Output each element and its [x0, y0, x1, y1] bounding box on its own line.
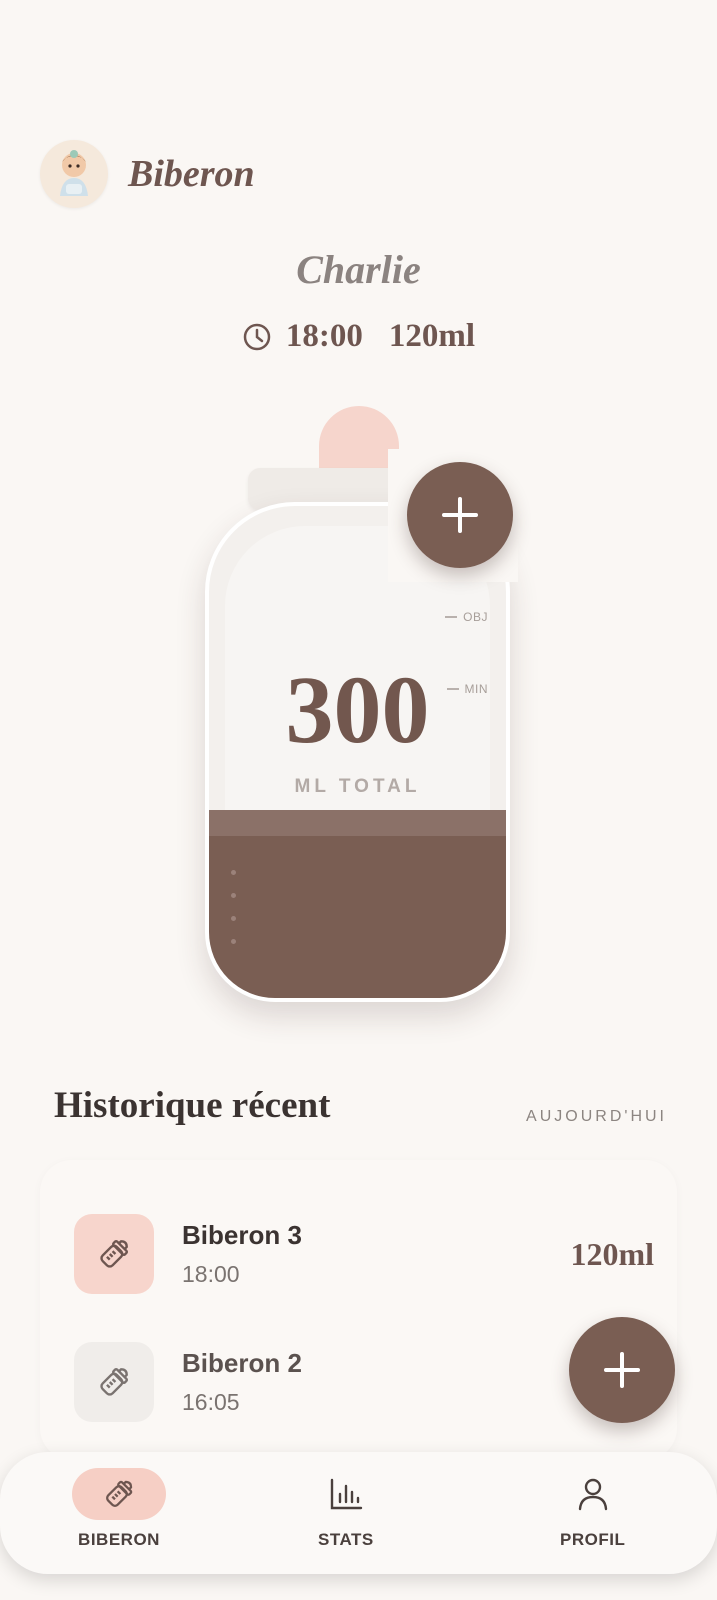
- total-volume-unit: ML TOTAL: [294, 776, 421, 797]
- bar-chart-icon: [330, 1478, 363, 1510]
- app-header: Biberon: [40, 140, 255, 208]
- clock-icon: [243, 323, 271, 350]
- history-item[interactable]: Biberon 3 18:00 120ml: [74, 1214, 654, 1294]
- history-item[interactable]: Biberon 2 16:05 9: [74, 1342, 654, 1422]
- baby-name: Charlie: [296, 247, 421, 292]
- last-feed-time: 18:00: [285, 318, 363, 354]
- last-feed-summary: 18:00 120ml: [0, 318, 717, 355]
- last-feed-amount: 120ml: [388, 318, 476, 354]
- total-volume-value: 300: [285, 656, 430, 763]
- history-filter-today[interactable]: AUJOURD'HUI: [526, 1108, 667, 1126]
- active-tab-indicator: [72, 1468, 166, 1520]
- history-item-name: Biberon 3: [182, 1220, 302, 1250]
- mark-objective-label: OBJ: [463, 610, 488, 624]
- floating-add-button[interactable]: [569, 1317, 675, 1423]
- plus-icon: [442, 497, 478, 533]
- bottle-icon: [106, 1480, 133, 1507]
- nav-label-stats: STATS: [318, 1530, 374, 1549]
- history-item-time: 18:00: [182, 1261, 240, 1287]
- nav-item-profil[interactable]: PROFIL: [560, 1468, 625, 1550]
- nav-item-biberon[interactable]: BIBERON: [72, 1468, 166, 1550]
- bubble-dots: [231, 870, 236, 962]
- app-title: Biberon: [128, 153, 255, 195]
- nav-label-profil: PROFIL: [560, 1530, 626, 1549]
- bottle-fill-level: [209, 810, 506, 998]
- history-item-amount: 120ml: [570, 1236, 654, 1272]
- user-icon: [578, 1478, 607, 1511]
- mark-objective: OBJ: [445, 610, 488, 624]
- nav-label-biberon: BIBERON: [78, 1530, 160, 1549]
- add-feed-button[interactable]: [407, 462, 513, 568]
- history-card: Biberon 3 18:00 120ml Biberon 2 16:05 9: [40, 1160, 677, 1460]
- plus-icon: [604, 1352, 640, 1388]
- history-title: Historique récent: [54, 1085, 331, 1126]
- history-item-name: Biberon 2: [182, 1348, 302, 1378]
- history-item-time: 16:05: [182, 1389, 240, 1415]
- bottle-icon: [74, 1342, 154, 1422]
- bottle-icon: [74, 1214, 154, 1294]
- baby-avatar-icon[interactable]: [40, 140, 108, 208]
- nav-item-stats[interactable]: STATS: [318, 1468, 374, 1550]
- bottom-navigation: BIBERON STATS PROFIL: [0, 1452, 717, 1574]
